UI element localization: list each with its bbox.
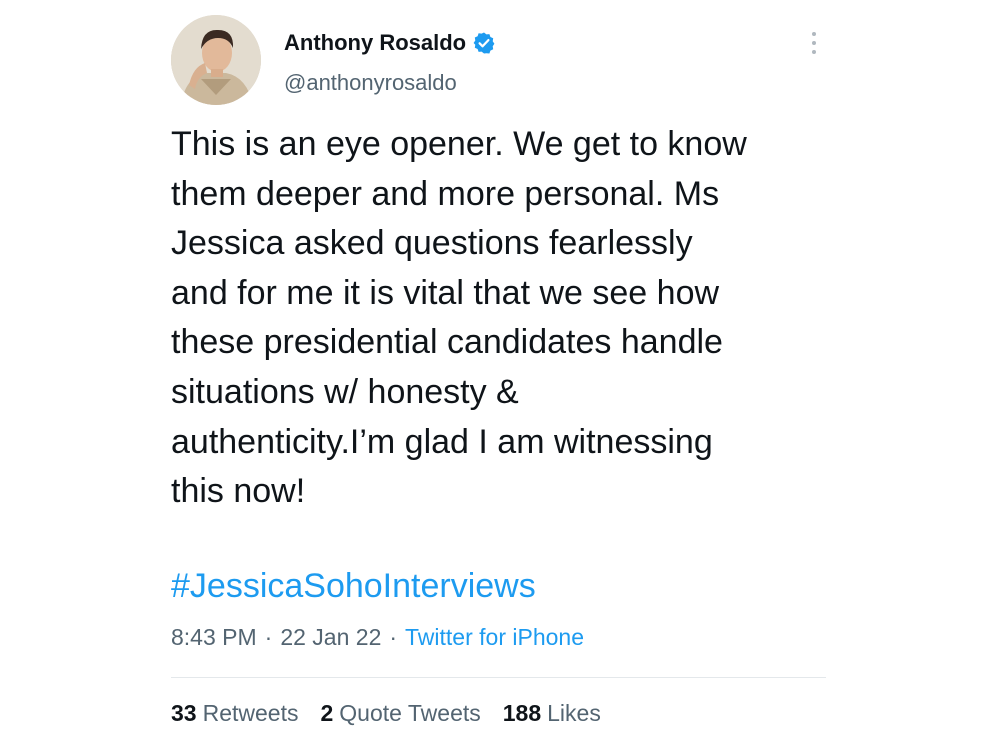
more-options-icon[interactable] — [803, 28, 825, 58]
avatar[interactable] — [171, 15, 261, 105]
retweets-label: Retweets — [202, 700, 299, 726]
author-name-row: Anthony Rosaldo — [284, 28, 496, 58]
tweet-date[interactable]: 22 Jan 22 — [280, 624, 381, 651]
tweet-time[interactable]: 8:43 PM — [171, 624, 257, 651]
quote-tweets-stat[interactable]: 2 Quote Tweets — [320, 700, 480, 727]
likes-count: 188 — [502, 700, 542, 726]
author-handle[interactable]: @anthonyrosaldo — [284, 70, 457, 96]
avatar-photo — [171, 15, 261, 105]
retweets-count: 33 — [171, 700, 197, 726]
quote-tweets-count: 2 — [320, 700, 334, 726]
tweet-text: This is an eye opener. We get to know th… — [171, 125, 747, 511]
likes-label: Likes — [547, 700, 601, 726]
hashtag-link[interactable]: #JessicaSohoInterviews — [171, 567, 536, 606]
tweet-source-link[interactable]: Twitter for iPhone — [405, 624, 584, 651]
divider — [171, 677, 826, 678]
tweet-metadata: 8:43 PM · 22 Jan 22 · Twitter for iPhone — [171, 624, 584, 651]
display-name[interactable]: Anthony Rosaldo — [284, 30, 466, 56]
meta-separator: · — [389, 624, 398, 650]
retweets-stat[interactable]: 33 Retweets — [171, 700, 298, 727]
meta-separator: · — [264, 624, 273, 650]
verified-badge-icon — [473, 32, 495, 54]
quote-tweets-label: Quote Tweets — [339, 700, 481, 726]
engagement-stats: 33 Retweets 2 Quote Tweets 188 Likes — [171, 700, 623, 727]
tweet-detail: Anthony Rosaldo @anthonyrosaldo This is … — [0, 0, 1000, 750]
likes-stat[interactable]: 188 Likes — [503, 700, 601, 727]
